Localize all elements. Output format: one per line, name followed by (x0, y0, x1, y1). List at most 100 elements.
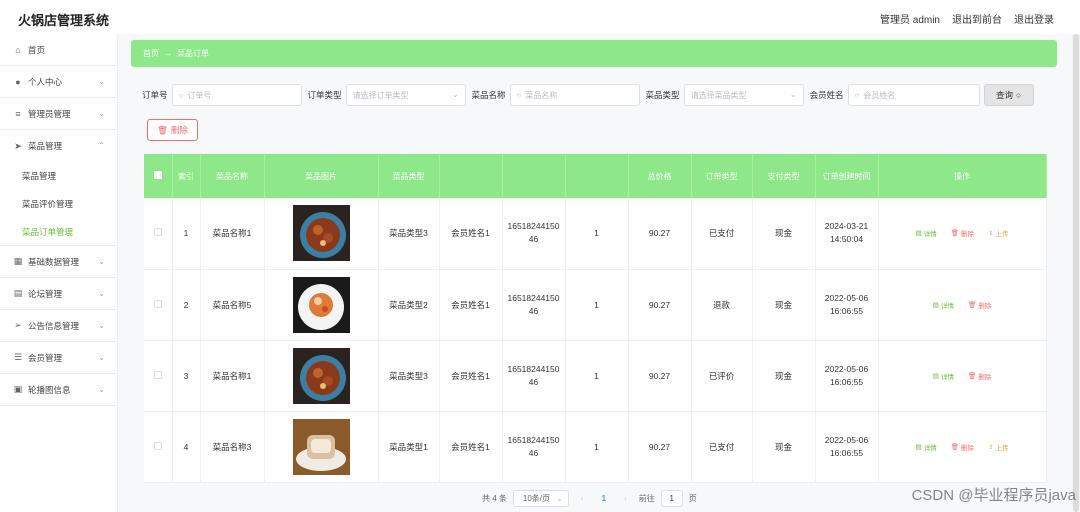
create-date: 2024-03-21 (824, 221, 869, 232)
order-no-label: 订单号 (142, 90, 168, 100)
home-icon: ⌂ (15, 44, 21, 55)
col-pay-type[interactable]: 支付类型 (752, 154, 816, 198)
col-dish-name[interactable]: 菜品名称 (200, 154, 265, 198)
sidebar-item-carousel[interactable]: ▣ 轮播图信息 ⌄ (0, 374, 117, 406)
batch-delete-button[interactable]: 🗑 删除 (147, 119, 198, 141)
col-dish-image[interactable]: 菜品图片 (264, 154, 379, 198)
arrow-right-icon: → (164, 49, 172, 58)
cell-member-name: 会员姓名1 (439, 411, 503, 483)
sidebar-item-label: 首页 (28, 44, 46, 55)
dish-thumbnail[interactable] (292, 205, 350, 262)
create-time: 14:50:04 (829, 234, 864, 245)
back-to-front-link[interactable]: 退出到前台 (952, 11, 1002, 26)
page-size-select[interactable]: 10条/页 ⌄ (512, 490, 569, 507)
order-no-input[interactable]: ○ 订单号 (171, 84, 302, 106)
trash-icon: 🗑 (950, 230, 959, 238)
query-button[interactable]: 查询 ○ (983, 84, 1034, 106)
sidebar-item-dish[interactable]: ➤ 菜品管理 ⌃ (0, 130, 117, 162)
row-checkbox[interactable] (153, 370, 162, 379)
col-create-time[interactable]: 订单创建时间 (815, 154, 879, 198)
cell-total-price: 90.27 (628, 198, 692, 270)
trash-icon: 🗑 (967, 301, 977, 309)
cell-total-price: 90.27 (628, 411, 692, 483)
search-icon: ○ (1016, 90, 1022, 100)
trash-icon: 🗑 (157, 124, 168, 135)
dish-thumbnail[interactable] (292, 418, 350, 475)
sidebar-item-label: 管理员管理 (28, 108, 71, 119)
sidebar-item-forum[interactable]: ▤ 论坛管理 ⌄ (0, 278, 117, 310)
member-name-input[interactable]: ○ 会员姓名 (847, 84, 980, 106)
create-time: 16:06:55 (829, 305, 864, 316)
row-select-cell[interactable] (144, 411, 173, 483)
col-dish-type[interactable]: 菜品类型 (378, 154, 440, 198)
page-scrollbar[interactable] (1072, 34, 1080, 512)
sidebar-subitem-dish[interactable]: 菜品管理 (0, 162, 117, 190)
create-date: 2022-05-06 (824, 363, 869, 374)
cell-dish-type: 菜品类型2 (378, 269, 440, 341)
row-actions: ▤ 详情 🗑 删除 (883, 371, 1042, 381)
row-action-detail[interactable]: ▤ 详情 (933, 371, 954, 381)
breadcrumb-home[interactable]: 首页 (143, 48, 159, 59)
table-row[interactable]: 4 菜品名称3 菜品类型1 会员姓名1 1651824415046 1 90.2… (144, 411, 1047, 483)
sidebar-item-personal[interactable]: ● 个人中心 ⌄ (0, 66, 117, 98)
table-row[interactable]: 1 菜品名称1 菜品类型3 会员姓名1 1651824415046 1 90.2… (144, 198, 1047, 270)
col-total-price[interactable]: 总价格 (628, 154, 692, 198)
cell-create-time: 2024-03-21 14:50:04 (815, 198, 879, 270)
col-order-type[interactable]: 订单类型 (691, 154, 753, 198)
admin-label[interactable]: 管理员 admin (880, 11, 940, 26)
row-action-detail[interactable]: ▤ 详情 (916, 228, 937, 238)
row-select-cell[interactable] (144, 340, 173, 412)
upload-icon: ⇪ (987, 443, 994, 451)
row-select-cell[interactable] (144, 198, 173, 270)
chevron-down-icon: ⌄ (98, 321, 105, 330)
row-action-del[interactable]: 🗑 删除 (951, 228, 974, 238)
doc-icon: ▤ (932, 301, 939, 309)
sidebar-item-member[interactable]: ☰ 会员管理 ⌄ (0, 342, 117, 374)
row-action-on[interactable]: ⇪ 上传 (988, 442, 1008, 452)
sidebar-item-label: 基础数据管理 (28, 256, 80, 267)
table-header-row: 索引 菜品名称 菜品图片 菜品类型 总价格 订单类型 支付类型 订单创建时间 操… (144, 154, 1047, 198)
sidebar-item-admin[interactable]: ≡ 管理员管理 ⌄ (0, 98, 117, 130)
prev-page-button[interactable]: ‹ (575, 494, 590, 503)
dish-name-input[interactable]: ○ 菜品名称 (509, 84, 640, 106)
row-select-cell[interactable] (144, 269, 173, 341)
page-number[interactable]: 1 (596, 494, 612, 503)
row-checkbox[interactable] (153, 299, 162, 308)
table-row[interactable]: 2 菜品名称5 菜品类型2 会员姓名1 1651824415046 1 90.2… (144, 269, 1047, 341)
row-action-del[interactable]: 🗑 删除 (968, 371, 991, 381)
next-page-button[interactable]: › (618, 494, 633, 503)
table-row[interactable]: 3 菜品名称1 菜品类型3 会员姓名1 1651824415046 1 90.2… (144, 340, 1047, 412)
col-index[interactable]: 索引 (172, 154, 201, 198)
row-action-on[interactable]: ⇪ 上传 (988, 228, 1008, 238)
dish-type-select[interactable]: 请选择菜品类型 ⌄ (683, 84, 804, 106)
row-action-del[interactable]: 🗑 删除 (951, 442, 974, 452)
goto-page-input[interactable]: 1 (660, 490, 683, 507)
row-action-detail[interactable]: ▤ 详情 (916, 442, 937, 452)
sidebar-subitem-orders[interactable]: 菜品订单管理 (0, 218, 117, 246)
upload-icon: ⇪ (987, 230, 994, 238)
row-checkbox[interactable] (153, 228, 162, 237)
sidebar-subitem-review[interactable]: 菜品评价管理 (0, 190, 117, 218)
cell-dish-name: 菜品名称1 (200, 198, 265, 270)
sidebar-item-home[interactable]: ⌂ 首页 (0, 34, 117, 66)
row-action-detail[interactable]: ▤ 详情 (933, 300, 954, 310)
scrollbar-thumb[interactable] (1073, 34, 1079, 512)
sidebar-item-base-data[interactable]: ▦ 基础数据管理 ⌄ (0, 246, 117, 278)
logout-link[interactable]: 退出登录 (1014, 11, 1054, 26)
dish-thumbnail[interactable] (292, 276, 350, 333)
row-checkbox[interactable] (153, 441, 162, 450)
select-all-header[interactable] (144, 154, 173, 198)
order-type-select[interactable]: 请选择订单类型 ⌄ (345, 84, 466, 106)
main-content: 首页 → 菜品订单 订单号 ○ 订单号 订单类型 请选择订单类型 ⌄ 菜品名称 … (118, 34, 1072, 512)
dish-thumbnail[interactable] (292, 347, 350, 404)
cell-dish-name: 菜品名称5 (200, 269, 265, 341)
cell-total-price: 90.27 (628, 269, 692, 341)
cell-pay-type: 现金 (752, 269, 816, 341)
select-all-checkbox[interactable] (153, 171, 162, 179)
chevron-down-icon: ⌄ (556, 494, 563, 503)
cell-dish-image (264, 198, 379, 270)
sidebar-item-notice[interactable]: ➢ 公告信息管理 ⌄ (0, 310, 117, 342)
dish-name-label: 菜品名称 (471, 90, 506, 100)
cell-order-no: 1651824415046 (502, 269, 566, 341)
row-action-del[interactable]: 🗑 删除 (968, 300, 991, 310)
